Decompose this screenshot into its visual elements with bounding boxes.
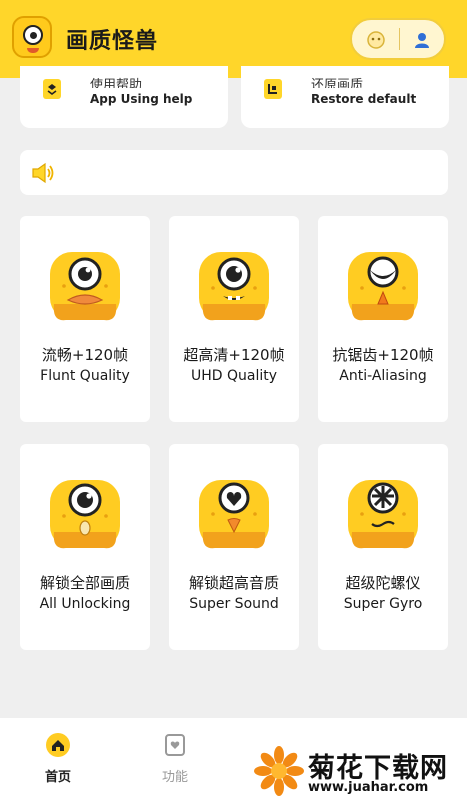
help-card-title: 使用帮助 [90,78,143,88]
feature-card-flunt[interactable]: 流畅+120帧 Flunt Quality [20,216,150,422]
tab-home-label: 首页 [44,770,71,785]
feature-subtitle: Anti-Aliasing [339,368,427,384]
feature-title: 解锁全部画质 [39,574,130,592]
feature-card-anti-aliasing[interactable]: 抗锯齿+120帧 Anti-Aliasing [318,216,448,422]
feature-title: 超高清+120帧 [183,346,285,364]
one-eyed-monster-icon [348,252,418,321]
restore-icon [264,79,282,99]
feature-title: 超级陀螺仪 [345,574,421,592]
tab-features-label: 功能 [161,770,188,785]
one-eyed-monster-icon [199,252,269,321]
monster-logo-icon [12,16,52,58]
restore-card-title: 还原画质 [311,78,364,88]
help-icon [43,79,61,99]
feature-card-super-gyro[interactable]: 超级陀螺仪 Super Gyro [318,444,448,650]
feature-title: 流畅+120帧 [41,346,129,364]
one-eyed-monster-icon [199,480,269,549]
feature-subtitle: Flunt Quality [40,368,130,384]
face-icon[interactable] [366,30,386,50]
restore-card-subtitle: Restore default [311,92,417,106]
feature-subtitle: Super Sound [189,596,279,612]
one-eyed-monster-icon [50,480,120,549]
help-card[interactable]: 使用帮助 App Using help [20,66,228,128]
header-actions-pill[interactable] [350,18,446,60]
home-icon [46,733,70,757]
feature-subtitle: UHD Quality [190,368,278,384]
one-eyed-monster-icon [50,252,120,321]
person-icon[interactable] [412,30,432,50]
restore-card[interactable]: 还原画质 Restore default [241,66,449,128]
watermark-url: www.juahar.com [308,780,429,795]
feature-card-all-unlocking[interactable]: 解锁全部画质 All Unlocking [20,444,150,650]
watermark: 菊花下载网 www.juahar.com [252,744,462,798]
tab-features[interactable]: 功能 [145,732,205,792]
tab-home[interactable]: 首页 [28,732,88,792]
feature-subtitle: Super Gyro [343,596,423,612]
feature-subtitle: All Unlocking [39,596,131,612]
feature-title: 抗锯齿+120帧 [332,346,434,364]
pill-divider [399,28,400,50]
app-title: 画质怪兽 [66,29,159,54]
one-eyed-monster-icon [348,480,418,549]
feature-title: 解锁超高音质 [188,574,279,592]
features-icon [165,734,185,756]
flower-logo-icon [254,746,304,796]
feature-card-uhd[interactable]: 超高清+120帧 UHD Quality [169,216,299,422]
speaker-icon [32,162,54,184]
notice-bar[interactable] [20,150,448,195]
feature-card-super-sound[interactable]: 解锁超高音质 Super Sound [169,444,299,650]
help-card-subtitle: App Using help [90,92,193,106]
